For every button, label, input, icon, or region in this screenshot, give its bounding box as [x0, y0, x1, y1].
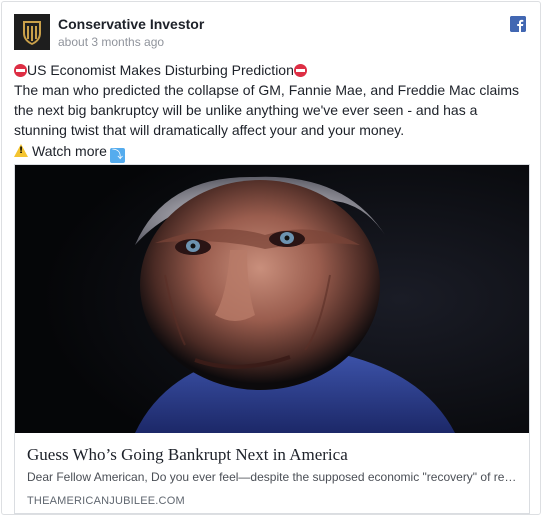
post-headline: US Economist Makes Disturbing Prediction	[27, 62, 294, 78]
watch-more-text: Watch more	[32, 143, 107, 159]
post-message: US Economist Makes Disturbing Prediction…	[14, 60, 530, 163]
facebook-icon	[510, 16, 526, 32]
link-preview[interactable]: Guess Who’s Going Bankrupt Next in Ameri…	[14, 164, 530, 514]
link-preview-image[interactable]	[15, 165, 529, 433]
down-arrow-icon: ⤵	[109, 148, 125, 163]
link-domain: THEAMERICANJUBILEE.COM	[27, 495, 185, 507]
page-name[interactable]: Conservative Investor	[58, 16, 204, 32]
watch-more-line: Watch more⤵	[14, 141, 530, 163]
post-header: Conservative Investor about 3 months ago	[14, 14, 528, 50]
link-description: Dear Fellow American, Do you ever feel—d…	[27, 470, 517, 484]
post-timestamp[interactable]: about 3 months ago	[58, 35, 164, 49]
shield-logo-icon	[14, 14, 50, 50]
post-headline-line: US Economist Makes Disturbing Prediction	[14, 60, 530, 80]
link-title[interactable]: Guess Who’s Going Bankrupt Next in Ameri…	[27, 445, 517, 465]
sponsored-post-card: Conservative Investor about 3 months ago…	[1, 1, 541, 515]
no-entry-icon	[293, 64, 307, 77]
warning-icon	[14, 144, 28, 157]
page-avatar[interactable]	[14, 14, 50, 50]
no-entry-icon	[14, 64, 27, 77]
post-body: The man who predicted the collapse of GM…	[14, 82, 520, 138]
man-portrait-image	[15, 165, 529, 433]
